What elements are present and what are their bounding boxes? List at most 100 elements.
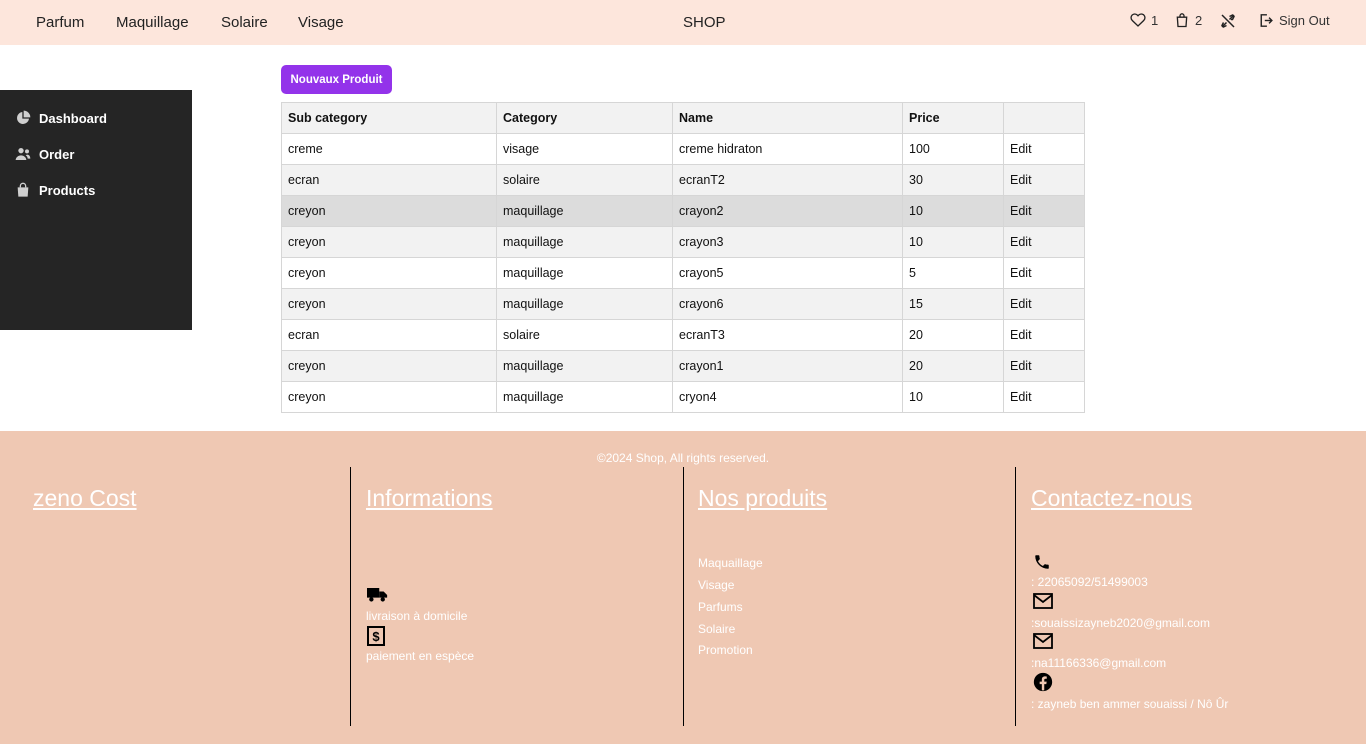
sidebar-item-order[interactable]: Order <box>15 146 74 162</box>
table-row[interactable]: ecran solaire ecranT2 30 Edit <box>281 164 1085 196</box>
footer-informations-heading[interactable]: Informations <box>366 485 493 512</box>
contact-email-1[interactable]: :souaissizayneb2020@gmail.com <box>1031 616 1210 630</box>
nav-link-solaire[interactable]: Solaire <box>221 14 268 31</box>
cell-name: crayon6 <box>672 288 903 320</box>
table-row[interactable]: creyon maquillage crayon6 15 Edit <box>281 288 1085 320</box>
cart-button[interactable]: 2 <box>1174 12 1202 29</box>
column-header-price[interactable]: Price <box>902 102 1004 134</box>
cell-sub-category: ecran <box>281 164 497 196</box>
nav-link-parfum[interactable]: Parfum <box>36 14 84 31</box>
mail-icon <box>1033 633 1053 649</box>
mail-icon <box>1033 593 1053 609</box>
edit-link[interactable]: Edit <box>1010 390 1032 404</box>
column-header-actions <box>1003 102 1085 134</box>
cell-sub-category: creyon <box>281 350 497 382</box>
sidebar-item-label: Order <box>39 146 75 162</box>
cell-name: ecranT2 <box>672 164 903 196</box>
copyright-text: ©2024 Shop, All rights reserved. <box>596 451 770 465</box>
cash-receipt-icon: $ <box>367 626 385 646</box>
cell-sub-category: creyon <box>281 195 497 227</box>
brand-title[interactable]: SHOP <box>683 14 726 31</box>
footer-col-informations: Informations livraison à domicile $ paie… <box>350 467 683 726</box>
sign-out-icon <box>1260 14 1273 27</box>
footer-col-products: Nos produits Maquaillage Visage Parfums … <box>683 467 1015 726</box>
site-footer: ©2024 Shop, All rights reserved. zeno Co… <box>0 431 1366 744</box>
admin-tools-button[interactable] <box>1219 12 1237 30</box>
cell-sub-category: creyon <box>281 288 497 320</box>
cart-count: 2 <box>1195 13 1203 28</box>
cell-price: 15 <box>902 288 1004 320</box>
table-row[interactable]: ecran solaire ecranT3 20 Edit <box>281 319 1085 351</box>
column-header-category[interactable]: Category <box>496 102 673 134</box>
cell-category: visage <box>496 133 673 165</box>
contact-phone: : 22065092/51499003 <box>1031 575 1148 589</box>
sign-out-button[interactable]: Sign Out <box>1257 12 1330 29</box>
nav-link-maquillage[interactable]: Maquillage <box>116 14 189 31</box>
phone-icon <box>1035 555 1049 569</box>
edit-link[interactable]: Edit <box>1010 266 1032 280</box>
cell-category: maquillage <box>496 288 673 320</box>
footer-link-solaire[interactable]: Solaire <box>698 622 735 636</box>
edit-link[interactable]: Edit <box>1010 297 1032 311</box>
cell-category: maquillage <box>496 257 673 289</box>
footer-link-parfums[interactable]: Parfums <box>698 600 743 614</box>
footer-link-visage[interactable]: Visage <box>698 578 734 592</box>
footer-brand-heading[interactable]: zeno Cost <box>33 485 137 512</box>
cell-sub-category: creme <box>281 133 497 165</box>
table-row[interactable]: creyon maquillage crayon5 5 Edit <box>281 257 1085 289</box>
footer-contact-heading[interactable]: Contactez-nous <box>1031 485 1192 512</box>
sidebar-item-products[interactable]: Products <box>15 182 95 198</box>
products-table: Sub category Category Name Price creme v… <box>281 102 1085 413</box>
table-row[interactable]: creme visage creme hidraton 100 Edit <box>281 133 1085 165</box>
new-product-button[interactable]: Nouvaux Produit <box>281 65 392 94</box>
cell-price: 10 <box>902 195 1004 227</box>
sidebar-item-label: Dashboard <box>39 110 107 126</box>
shopping-bag-icon <box>1176 13 1188 28</box>
sidebar-item-dashboard[interactable]: Dashboard <box>15 110 107 126</box>
edit-link[interactable]: Edit <box>1010 328 1032 342</box>
edit-link[interactable]: Edit <box>1010 204 1032 218</box>
sidebar-item-label: Products <box>39 182 96 198</box>
contact-email-2[interactable]: :na11166336@gmail.com <box>1031 656 1166 670</box>
nav-link-visage[interactable]: Visage <box>298 14 344 31</box>
wishlist-button[interactable]: 1 <box>1130 12 1158 28</box>
footer-link-promotion[interactable]: Promotion <box>698 643 753 657</box>
users-icon <box>15 148 31 160</box>
cell-sub-category: creyon <box>281 381 497 413</box>
top-navbar: Parfum Maquillage Solaire Visage SHOP 1 … <box>0 0 1366 45</box>
cell-category: solaire <box>496 319 673 351</box>
table-row[interactable]: creyon maquillage crayon1 20 Edit <box>281 350 1085 382</box>
svg-text:$: $ <box>372 629 380 644</box>
cell-name: crayon3 <box>672 226 903 258</box>
truck-icon <box>367 588 388 602</box>
cell-price: 5 <box>902 257 1004 289</box>
contact-facebook[interactable]: : zayneb ben ammer souaissi / Nô Ûr <box>1031 697 1228 711</box>
shopping-bag-icon <box>17 182 29 197</box>
cell-name: cryon4 <box>672 381 903 413</box>
cell-sub-category: creyon <box>281 226 497 258</box>
footer-link-maquaillage[interactable]: Maquaillage <box>698 556 763 570</box>
cell-sub-category: creyon <box>281 257 497 289</box>
cell-category: maquillage <box>496 350 673 382</box>
cell-name: creme hidraton <box>672 133 903 165</box>
cell-name: crayon1 <box>672 350 903 382</box>
cell-name: crayon2 <box>672 195 903 227</box>
table-header-row: Sub category Category Name Price <box>281 102 1085 134</box>
table-row[interactable]: creyon maquillage cryon4 10 Edit <box>281 381 1085 413</box>
cell-price: 30 <box>902 164 1004 196</box>
column-header-sub-category[interactable]: Sub category <box>281 102 497 134</box>
cell-sub-category: ecran <box>281 319 497 351</box>
table-row[interactable]: creyon maquillage crayon3 10 Edit <box>281 226 1085 258</box>
cell-name: ecranT3 <box>672 319 903 351</box>
column-header-name[interactable]: Name <box>672 102 903 134</box>
edit-link[interactable]: Edit <box>1010 235 1032 249</box>
cell-price: 10 <box>902 381 1004 413</box>
edit-link[interactable]: Edit <box>1010 359 1032 373</box>
table-row[interactable]: creyon maquillage crayon2 10 Edit <box>281 195 1085 227</box>
wishlist-count: 1 <box>1151 12 1159 28</box>
footer-products-heading[interactable]: Nos produits <box>698 485 827 512</box>
cell-price: 10 <box>902 226 1004 258</box>
edit-link[interactable]: Edit <box>1010 142 1032 156</box>
edit-link[interactable]: Edit <box>1010 173 1032 187</box>
cell-category: maquillage <box>496 226 673 258</box>
